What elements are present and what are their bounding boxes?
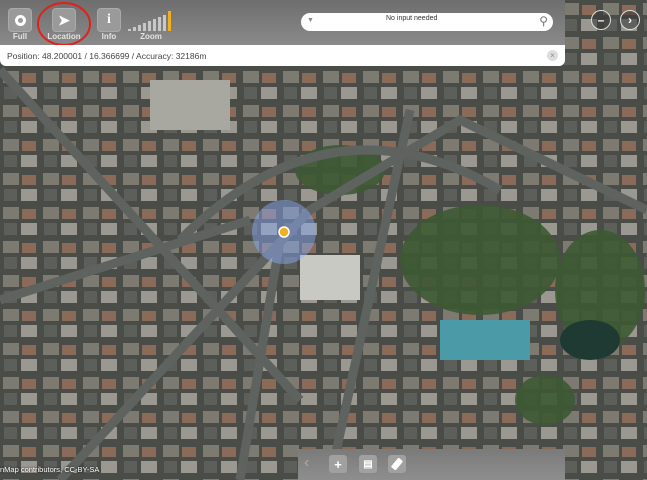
toolbar: Full ➤ Location i Info Zoom ▼ No input n… bbox=[0, 0, 565, 46]
location-marker bbox=[278, 226, 290, 238]
info-button[interactable]: i bbox=[97, 8, 121, 32]
print-button[interactable]: ▤ bbox=[359, 455, 377, 473]
position-text: Position: 48.200001 / 16.366699 / Accura… bbox=[7, 51, 207, 61]
search-field[interactable]: ▼ No input needed ⚲ bbox=[301, 13, 553, 31]
search-icon[interactable]: ⚲ bbox=[539, 14, 548, 28]
next-button[interactable]: › bbox=[620, 10, 640, 30]
zoom-slider[interactable] bbox=[128, 11, 171, 31]
full-button[interactable] bbox=[8, 8, 32, 32]
plus-icon: + bbox=[334, 456, 342, 472]
printer-icon: ▤ bbox=[363, 458, 373, 470]
chevron-left-icon[interactable]: ‹ bbox=[304, 454, 309, 472]
search-input[interactable]: No input needed bbox=[386, 15, 437, 22]
bottom-toolbar: ‹ + ▤ bbox=[298, 449, 565, 480]
satellite-map[interactable] bbox=[0, 0, 647, 480]
chevron-right-icon: › bbox=[628, 13, 632, 27]
add-button[interactable]: + bbox=[329, 455, 347, 473]
map-attribution[interactable]: nMap contributors, CC-BY-SA bbox=[0, 465, 99, 474]
zoom-label: Zoom bbox=[140, 32, 162, 41]
info-icon: i bbox=[107, 12, 111, 27]
chevron-down-icon[interactable]: ▼ bbox=[307, 17, 314, 24]
minus-icon: – bbox=[597, 13, 605, 27]
red-highlight-circle bbox=[37, 2, 91, 46]
position-bar: Position: 48.200001 / 16.366699 / Accura… bbox=[0, 45, 565, 66]
close-icon[interactable]: × bbox=[547, 50, 558, 61]
eraser-button[interactable] bbox=[388, 455, 406, 473]
zoom-out-button[interactable]: – bbox=[591, 10, 611, 30]
eraser-icon bbox=[390, 457, 404, 471]
circle-icon bbox=[14, 14, 26, 26]
